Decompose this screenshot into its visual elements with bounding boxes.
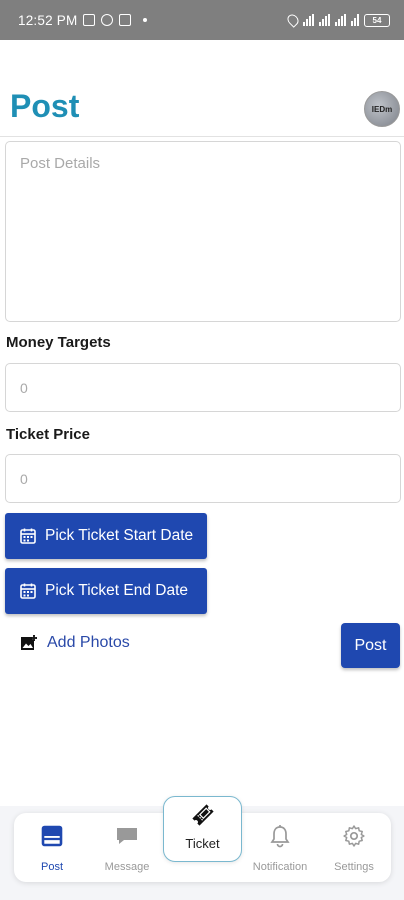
status-right: 54 <box>285 12 390 28</box>
gear-icon <box>342 824 366 848</box>
calendar-icon <box>19 527 37 545</box>
add-photos-button[interactable]: Add Photos <box>20 634 130 652</box>
wifi-icon <box>351 14 359 26</box>
notification-mail-icon <box>119 14 132 26</box>
nav-notification-tab[interactable]: Notification <box>246 813 314 882</box>
nav-settings-tab[interactable]: Settings <box>326 813 382 882</box>
more-notifications-dot-icon <box>143 18 148 22</box>
bell-icon <box>268 824 292 848</box>
money-targets-input[interactable]: 0 <box>5 363 401 412</box>
status-time: 12:52 PM <box>18 12 78 28</box>
nav-settings-label: Settings <box>334 861 374 873</box>
pick-start-date-button[interactable]: Pick Ticket Start Date <box>5 513 207 559</box>
ticket-price-input[interactable]: 0 <box>5 454 401 503</box>
pick-end-date-label: Pick Ticket End Date <box>45 582 189 599</box>
money-targets-label: Money Targets <box>6 334 111 351</box>
post-details-input[interactable]: Post Details <box>5 141 401 322</box>
add-photos-label: Add Photos <box>47 634 130 651</box>
message-icon <box>115 824 139 848</box>
post-icon <box>40 824 64 848</box>
money-targets-placeholder: 0 <box>20 379 28 396</box>
header-divider <box>0 136 404 137</box>
signal-icon <box>319 14 330 26</box>
status-bar: 12:52 PM 54 <box>0 0 404 40</box>
signal-icon <box>335 14 346 26</box>
location-icon <box>285 12 301 28</box>
nav-ticket-label: Ticket <box>185 836 220 851</box>
nav-notification-label: Notification <box>252 861 308 873</box>
ticket-price-placeholder: 0 <box>20 470 28 487</box>
status-left: 12:52 PM <box>18 12 148 28</box>
signal-icon <box>303 14 314 26</box>
avatar-text: IEDm <box>371 104 393 114</box>
add-photo-icon <box>20 634 38 652</box>
post-submit-button[interactable]: Post <box>341 623 400 668</box>
nav-post-tab[interactable]: Post <box>22 813 82 882</box>
ticket-icon <box>190 802 216 828</box>
page-title: Post <box>10 88 80 124</box>
nav-ticket-tab[interactable]: Ticket <box>163 796 242 862</box>
pick-end-date-button[interactable]: Pick Ticket End Date <box>5 568 207 614</box>
nav-post-label: Post <box>40 861 63 873</box>
notification-chat-icon <box>101 14 114 26</box>
notification-app-icon <box>83 14 96 26</box>
ticket-price-label: Ticket Price <box>6 426 90 443</box>
calendar-icon <box>19 582 37 600</box>
avatar[interactable]: IEDm <box>364 91 400 127</box>
nav-message-label: Message <box>104 861 150 873</box>
nav-message-tab[interactable]: Message <box>96 813 158 882</box>
pick-start-date-label: Pick Ticket Start Date <box>45 527 194 544</box>
battery-icon: 54 <box>364 13 390 27</box>
